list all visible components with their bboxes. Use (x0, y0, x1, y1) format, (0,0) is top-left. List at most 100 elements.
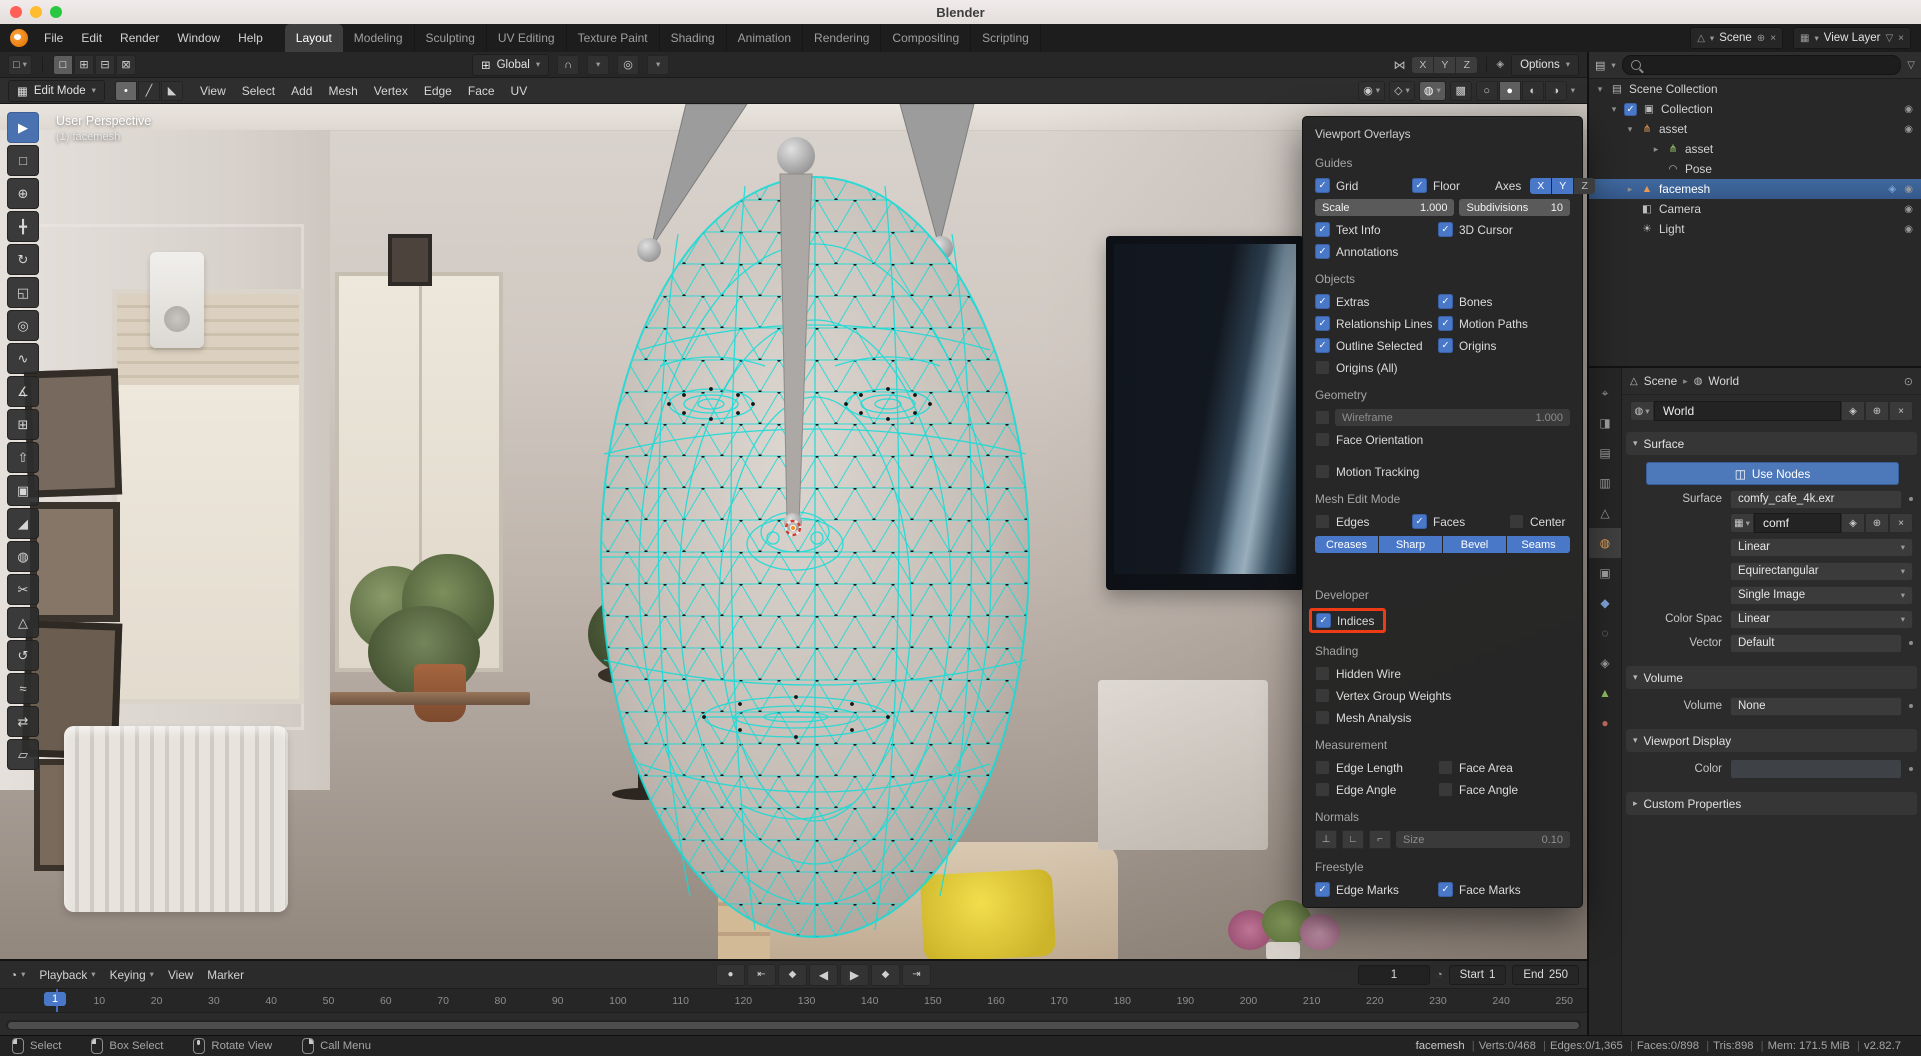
viewport-menu-item[interactable]: Vertex (367, 81, 415, 101)
axis-z-toggle[interactable]: Z (1574, 178, 1595, 194)
tool-button[interactable]: ↻ (7, 244, 39, 275)
next-keyframe-button[interactable]: ◆ (871, 964, 900, 986)
workspace-tab[interactable]: Layout (285, 24, 343, 52)
edges-checkbox[interactable]: Edges (1315, 514, 1407, 529)
properties-tab[interactable]: ◨ (1589, 408, 1621, 438)
blender-logo-icon[interactable] (10, 29, 28, 47)
visibility-eye-icon[interactable]: ◉ (1904, 204, 1913, 215)
transform-orientation-dropdown[interactable]: ⊞ Global ▾ (472, 54, 549, 76)
fake-user-button[interactable]: ◈ (1841, 401, 1865, 421)
viewport-menu-item[interactable]: Select (235, 81, 282, 101)
pin-icon[interactable]: ⊙ (1904, 375, 1913, 388)
jump-start-button[interactable]: ⇤ (747, 964, 776, 986)
properties-tab-world[interactable]: ◍ (1589, 528, 1621, 558)
interpolation-dropdown[interactable]: Linear▾ (1730, 538, 1913, 557)
snap-toggle[interactable]: ∩ (557, 55, 579, 75)
tool-button[interactable]: ▱ (7, 739, 39, 770)
image-unlink-button[interactable]: × (1889, 513, 1913, 533)
use-nodes-button[interactable]: ◫ Use Nodes (1646, 462, 1899, 485)
workspace-tab[interactable]: Rendering (803, 24, 881, 52)
text-info-checkbox[interactable]: Text Info (1315, 222, 1433, 237)
snap-options-dropdown[interactable]: ▾ (587, 55, 609, 75)
tool-button[interactable]: ∡ (7, 376, 39, 407)
properties-tab[interactable]: △ (1589, 498, 1621, 528)
record-button[interactable]: ● (716, 964, 745, 986)
properties-tab[interactable]: ◌ (1589, 618, 1621, 648)
animate-dot[interactable] (1909, 767, 1913, 771)
workspace-tab[interactable]: Texture Paint (567, 24, 660, 52)
shading-material-button[interactable]: ◐ (1522, 81, 1544, 101)
mirror-axis-toggle[interactable]: Y (1434, 57, 1455, 73)
remove-view-layer-icon[interactable]: × (1898, 33, 1904, 44)
menu-item[interactable]: Help (230, 28, 271, 48)
tool-button[interactable]: ≈ (7, 673, 39, 704)
properties-tab[interactable]: ⌖ (1589, 378, 1621, 408)
projection-dropdown[interactable]: Equirectangular▾ (1730, 562, 1913, 581)
image-source-dropdown[interactable]: Single Image▾ (1730, 586, 1913, 605)
current-frame-field[interactable]: 1 (1358, 965, 1430, 985)
workspace-tab[interactable]: Sculpting (415, 24, 487, 52)
image-new-button[interactable]: ⊕ (1865, 513, 1889, 533)
properties-tab[interactable]: ● (1589, 708, 1621, 738)
motion-tracking-checkbox[interactable]: Motion Tracking (1315, 464, 1419, 479)
new-world-button[interactable]: ⊕ (1865, 401, 1889, 421)
wireframe-checkbox[interactable] (1315, 410, 1330, 425)
viewport-menu-item[interactable]: UV (504, 81, 535, 101)
edge-marks-checkbox[interactable]: Edge Marks (1315, 882, 1433, 897)
object-visibility-dropdown[interactable]: ◉ ▾ (1358, 81, 1385, 101)
collection-checkbox[interactable] (1624, 103, 1637, 116)
outliner-row-light[interactable]: ☀ Light ◉ (1589, 219, 1921, 239)
end-frame-field[interactable]: End250 (1512, 965, 1579, 985)
playback-menu[interactable]: Playback▾ (39, 968, 95, 982)
tool-button[interactable]: ▶ (7, 112, 39, 143)
menu-item[interactable]: Window (169, 28, 228, 48)
grid-scale-slider[interactable]: Scale1.000 (1315, 199, 1454, 216)
select-op-mode-button[interactable]: □ (53, 55, 73, 75)
mode-dropdown[interactable]: ▦ Edit Mode ▾ (8, 80, 105, 102)
workspace-tab[interactable]: Compositing (881, 24, 971, 52)
tool-button[interactable]: ✂ (7, 574, 39, 605)
keying-menu[interactable]: Keying▾ (110, 968, 154, 982)
viewport-menu-item[interactable]: Edge (417, 81, 459, 101)
relationship-lines-checkbox[interactable]: Relationship Lines (1315, 316, 1433, 331)
current-frame-badge[interactable]: 1 (44, 992, 66, 1006)
jump-end-button[interactable]: ⇥ (902, 964, 931, 986)
extras-checkbox[interactable]: Extras (1315, 294, 1433, 309)
tool-button[interactable]: ⊕ (7, 178, 39, 209)
faces-checkbox[interactable]: Faces (1412, 514, 1504, 529)
shading-options-dropdown[interactable]: ▾ (1571, 85, 1575, 96)
surface-panel-header[interactable]: ▾ Surface (1626, 432, 1917, 455)
edge-length-checkbox[interactable]: Edge Length (1315, 760, 1433, 775)
vertex-normals-toggle[interactable]: ⊥ (1315, 830, 1337, 849)
properties-tab[interactable]: ◆ (1589, 588, 1621, 618)
indices-checkbox[interactable]: Indices (1316, 613, 1374, 628)
annotations-checkbox[interactable]: Annotations (1315, 244, 1398, 259)
properties-tab[interactable]: ◈ (1589, 648, 1621, 678)
close-window-button[interactable] (10, 6, 22, 18)
options-dropdown[interactable]: Options ▾ (1511, 54, 1579, 76)
workspace-tab[interactable]: Scripting (971, 24, 1041, 52)
face-area-checkbox[interactable]: Face Area (1438, 760, 1513, 775)
viewport-display-panel-header[interactable]: ▾ Viewport Display (1626, 729, 1917, 752)
surface-shader-field[interactable]: comfy_cafe_4k.exr (1730, 490, 1902, 509)
vertex-group-weights-checkbox[interactable]: Vertex Group Weights (1315, 688, 1451, 703)
editor-type-icon[interactable]: ▤ (1595, 59, 1605, 72)
tool-button[interactable]: ⇄ (7, 706, 39, 737)
filter-icon[interactable]: ▽ (1885, 33, 1893, 44)
play-reverse-button[interactable]: ◀ (809, 964, 838, 986)
outliner-search-input[interactable] (1622, 55, 1902, 75)
view-layer-selector[interactable]: ▦ ▾ View Layer ▽ × (1793, 27, 1911, 49)
axis-x-toggle[interactable]: X (1530, 178, 1551, 194)
animate-dot[interactable] (1909, 641, 1913, 645)
zoom-window-button[interactable] (50, 6, 62, 18)
timeline-editor-icon[interactable]: ◔▾ (10, 968, 25, 982)
tool-button[interactable]: ⊞ (7, 409, 39, 440)
animate-dot[interactable] (1909, 497, 1913, 501)
proportional-edit-toggle[interactable]: ◎ (617, 55, 639, 75)
viewport-menu-item[interactable]: Mesh (321, 81, 364, 101)
custom-properties-panel-header[interactable]: ▸ Custom Properties (1626, 792, 1917, 815)
overlays-dropdown[interactable]: ◍ ▾ (1419, 81, 1446, 101)
menu-item[interactable]: Render (112, 28, 167, 48)
viewport-color-swatch[interactable] (1730, 759, 1902, 779)
tool-button[interactable]: ↺ (7, 640, 39, 671)
